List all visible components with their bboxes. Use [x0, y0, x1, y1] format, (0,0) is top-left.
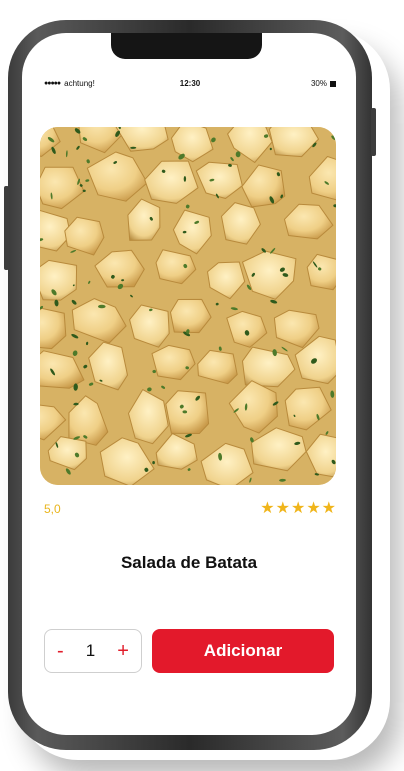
decrement-button[interactable]: -: [57, 641, 64, 661]
quantity-stepper: - 1 +: [44, 629, 142, 673]
parsley-flake: [183, 176, 187, 182]
star-icon: ★: [290, 500, 306, 517]
battery-percent: 30%: [310, 79, 327, 88]
parsley-flake: [98, 304, 106, 309]
product-title: Salada de Batata: [120, 553, 258, 572]
status-right: 30%: [311, 79, 336, 88]
star-icon: ★: [260, 500, 275, 517]
parsley-flake: [269, 147, 272, 151]
increment-button[interactable]: +: [117, 641, 129, 661]
battery-icon: [330, 80, 336, 87]
status-time: 12:30: [179, 79, 201, 88]
quantity-value: 1: [85, 641, 96, 660]
status-bar: ●●●●● achtung! 12:30 30%: [44, 79, 336, 93]
star-icon: ★: [306, 500, 321, 517]
star-icon: ★: [321, 500, 336, 517]
mockup-stage: ●●●●● achtung! 12:30 30% 5,0 ★ ★ ★ ★ ★ S…: [0, 0, 404, 771]
rating-stars: ★ ★ ★ ★ ★: [260, 500, 336, 518]
star-icon: ★: [275, 500, 290, 517]
rating-row: 5,0 ★ ★ ★ ★ ★: [44, 500, 336, 519]
parsley-flake: [152, 461, 155, 465]
potato-chunk: [165, 390, 210, 434]
potato-salad-illustration: [40, 127, 336, 485]
phone-notch: [111, 33, 262, 59]
add-to-cart-button[interactable]: Adicionar: [152, 629, 334, 673]
phone-side-button-right: [371, 108, 376, 156]
phone-screen: ●●●●● achtung! 12:30 30% 5,0 ★ ★ ★ ★ ★ S…: [22, 33, 356, 735]
rating-value: 5,0: [44, 502, 61, 516]
phone-side-button-left: [4, 186, 9, 270]
potato-salad-photo: [40, 127, 336, 485]
